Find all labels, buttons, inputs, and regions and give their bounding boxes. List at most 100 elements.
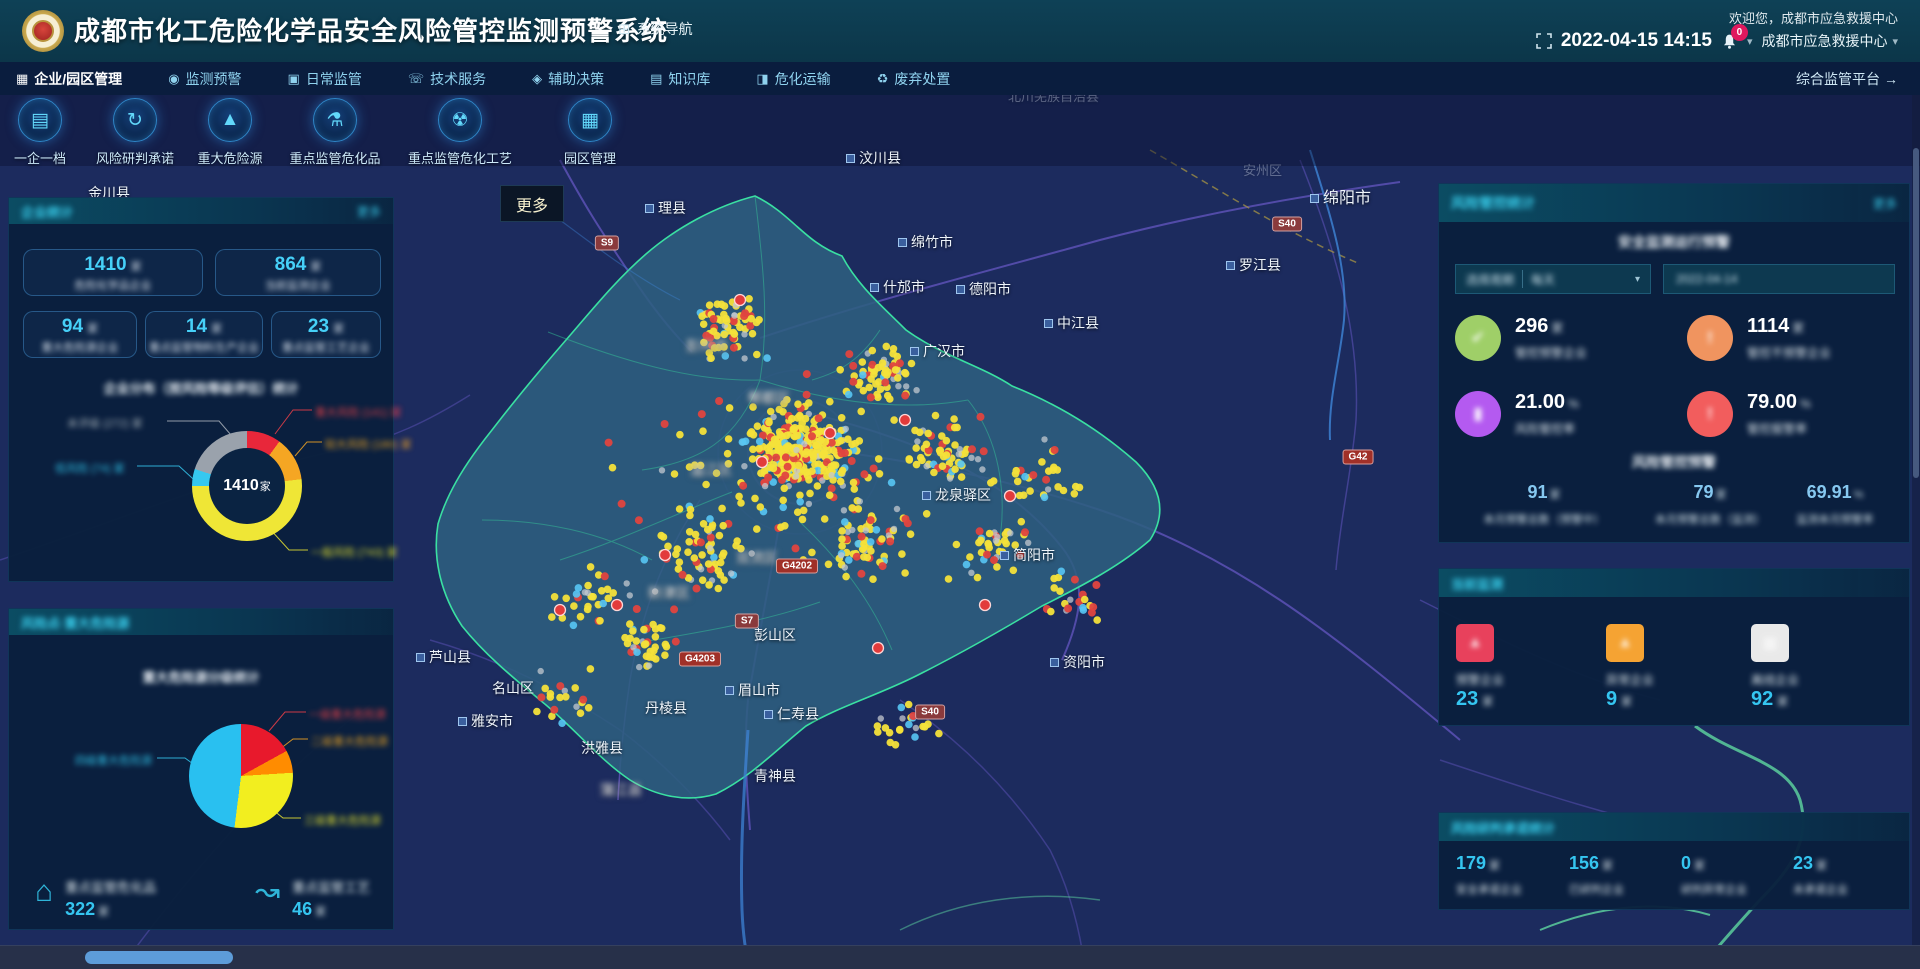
commitment-kpi-label: 安全承诺企业 <box>1456 881 1566 897</box>
subnav-item-icon: ⚗ <box>313 98 357 142</box>
hazard-kpi-label: 重点监管工艺 <box>292 877 370 896</box>
map-label: 双流区 <box>736 548 778 568</box>
map-label: 资阳市 <box>1050 652 1105 672</box>
notification-badge: 0 <box>1731 24 1748 41</box>
road-shield-badge: S9 <box>595 236 619 251</box>
vertical-scrollbar-thumb[interactable] <box>1913 148 1919 478</box>
commitment-kpi: 0家 研判异常企业 <box>1681 853 1791 897</box>
nav-item[interactable]: ◨ 危化运输 <box>756 69 830 89</box>
monitoring-kpi-value: 23 <box>1456 688 1478 710</box>
monitoring-kpi-label: 异常企业 <box>1606 671 1746 688</box>
nav-item[interactable]: ▦ 企业/园区管理 <box>16 69 122 89</box>
subnav-item[interactable]: ⚗ 重点监管危化品 <box>265 98 405 167</box>
monitoring-kpi-value: 9 <box>1606 688 1617 710</box>
commitment-kpi: 156家 已研判企业 <box>1569 853 1679 897</box>
map-label: 眉山市 <box>725 680 780 700</box>
subnav-item-icon: ↻ <box>113 98 157 142</box>
dashboard-screen: 金川县 北川羌族自治县 安州区 汶川县 理县 绵阳市 绵竹市 罗江县 什邡市 德… <box>0 0 1920 969</box>
vertical-scrollbar[interactable] <box>1912 88 1920 945</box>
nav-item[interactable]: ☏ 技术服务 <box>408 69 486 89</box>
legend-item: 低风险 (74) 家 <box>55 460 125 476</box>
date-input[interactable]: 2022-04-14 <box>1663 264 1895 294</box>
monitoring-kpi-icon: ▲ <box>1606 624 1644 662</box>
user-menu[interactable]: 成都市应急救援中心 ▾ <box>1761 31 1898 51</box>
nav-item-icon: ◈ <box>532 71 542 87</box>
nav-item-icon: ▤ <box>650 71 662 87</box>
stat-box[interactable]: 1410家 危险化学品企业 <box>23 249 203 296</box>
panel-title: 风险研判承诺统计 <box>1451 818 1555 837</box>
map-label: 龙泉驿区 <box>922 485 991 505</box>
subnav-item-label: 园区管理 <box>520 148 660 167</box>
panel-header: 企业统计 更多 <box>9 198 393 224</box>
horizontal-scrollbar-thumb[interactable] <box>85 951 233 964</box>
stat-item: 79家 本月预警总数（监测） <box>1635 482 1785 527</box>
stat-value: 94 <box>62 316 83 337</box>
map-label: 芦山县 <box>416 647 471 667</box>
map-label: 雅安市 <box>458 711 513 731</box>
stat-box[interactable]: 864家 当前监测企业 <box>215 249 381 296</box>
legend-item: 四级重大危险源 <box>75 752 152 768</box>
nav-item[interactable]: ▤ 知识库 <box>650 69 710 89</box>
map-label: 郫都区 <box>748 388 790 408</box>
nav-item-icon: ◉ <box>168 71 179 87</box>
legend-item: 较大风险 (180) 家 <box>325 436 412 452</box>
system-nav-button[interactable]: ⊞ 系统导航 <box>612 18 699 40</box>
date-value: 2022-04-14 <box>1676 272 1737 286</box>
commitment-kpi-value: 179 <box>1456 853 1486 873</box>
stat-box[interactable]: 14家 重点监管物料生产企业 <box>145 311 263 358</box>
subnav: ▤ 一企一档 ↻ 风险研判承诺 ▲ 重大危险源 ⚗ 重点监管危化品 ☢ 重点监管… <box>0 98 700 170</box>
panel-header: 风险点·重大危险源 <box>9 609 393 635</box>
kpi-icon: ! <box>1687 315 1733 361</box>
app-logo-emblem-icon <box>22 10 64 52</box>
panel-header: 风险管控统计 更多 <box>1439 184 1909 222</box>
panel-title: 风险点·重大危险源 <box>21 613 129 632</box>
legend-item: 三级重大危险源 <box>304 812 381 828</box>
nav-item[interactable]: ▣ 日常监管 <box>288 69 362 89</box>
notification-bell-icon[interactable]: 0 <box>1721 33 1738 50</box>
map-label: 简阳市 <box>1000 545 1055 565</box>
stat-label: 重点监管工艺企业 <box>272 339 380 355</box>
map-label: 丹棱县 <box>645 698 687 718</box>
map-label: 蒲江县 <box>600 780 642 800</box>
subnav-item[interactable]: ▦ 园区管理 <box>520 98 660 167</box>
platform-link[interactable]: 综合监管平台 → <box>1790 68 1904 90</box>
nav-item-label: 技术服务 <box>430 69 486 89</box>
hazard-kpi-label: 重点监管危化品 <box>65 877 156 896</box>
panel-current-monitoring: 当前监测 ▲ 预警企业 23家 ▲ 异常企业 9家 ▦ 离线企业 92家 <box>1438 568 1910 726</box>
nav-item-icon: ▣ <box>288 71 300 87</box>
map-label: 新津区 <box>648 583 690 603</box>
stat-value: 1410 <box>84 254 126 275</box>
fullscreen-icon[interactable] <box>1536 33 1552 49</box>
map-label: 名山区 <box>492 678 534 698</box>
nav-item-icon: ♻ <box>877 71 889 87</box>
panel-more-link[interactable]: 更多 <box>357 203 381 220</box>
legend-item: 一级重大危险源 <box>309 706 386 722</box>
donut-chart-title: 企业分布（按风险等级评估）统计 <box>9 378 393 397</box>
pie-chart-title: 重大危险源分级统计 <box>9 667 393 686</box>
period-select[interactable]: 选择周期 每天 ▾ <box>1455 264 1651 294</box>
nav-item-label: 日常监管 <box>306 69 362 89</box>
nav-item[interactable]: ◈ 辅助决策 <box>532 69 604 89</box>
monitoring-kpi-value: 92 <box>1751 688 1773 710</box>
stat-item: 69.91% 监测本月预警率 <box>1775 482 1895 527</box>
map-label: 广汉市 <box>910 341 965 361</box>
divider <box>1522 270 1523 288</box>
kpi-label: 风险管控率 <box>1515 420 1579 437</box>
nav-item-label: 知识库 <box>668 69 710 89</box>
panel-more-link[interactable]: 更多 <box>1873 195 1897 212</box>
stat-box[interactable]: 23家 重点监管工艺企业 <box>271 311 381 358</box>
nav-item[interactable]: ◉ 监测预警 <box>168 69 241 89</box>
nav-item[interactable]: ♻ 废弃处置 <box>877 69 951 89</box>
subnav-item[interactable]: ☢ 重点监管危化工艺 <box>390 98 530 167</box>
nav-items: ▦ 企业/园区管理 ◉ 监测预警 ▣ 日常监管 ☏ 技术服务 ◈ 辅助决策 <box>0 69 950 89</box>
stat-box[interactable]: 94家 重大危险源企业 <box>23 311 137 358</box>
kpi-icon: ✔ <box>1455 315 1501 361</box>
hazard-kpi-icon: ⌂ <box>35 877 53 907</box>
subnav-item-label: 重点监管危化品 <box>265 148 405 167</box>
legend-item: 重大风险 (141) 家 <box>315 404 402 420</box>
stat-label: 监测本月预警率 <box>1775 511 1895 527</box>
map-more-button[interactable]: 更多 <box>500 185 564 222</box>
stat-label: 危险化学品企业 <box>24 277 202 293</box>
commitment-kpi: 23家 未承诺企业 <box>1793 853 1903 897</box>
datetime: 2022-04-15 14:15 <box>1561 30 1712 52</box>
